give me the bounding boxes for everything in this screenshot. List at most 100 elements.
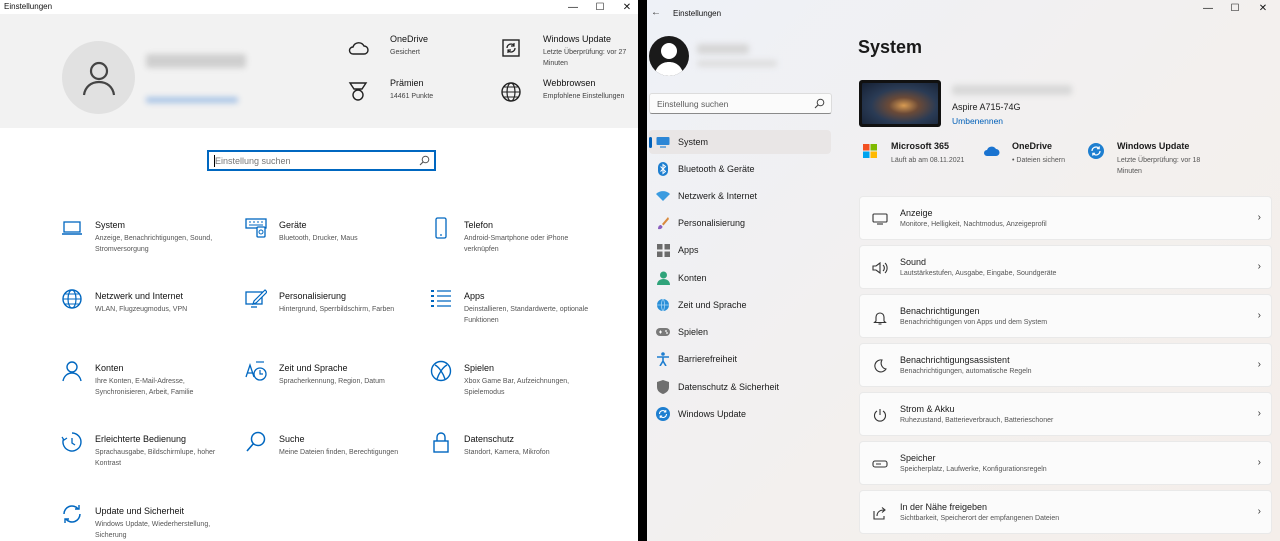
win10-settings-window: Einstellungen — ☐ ✕ OneDrive Gesichert W… xyxy=(0,0,638,541)
status-microsoft-365[interactable]: Microsoft 365 Läuft ab am 08.11.2021 xyxy=(861,141,976,181)
window-title: Einstellungen xyxy=(673,9,722,18)
nav-label: Netzwerk & Internet xyxy=(678,191,758,201)
tile-time-language[interactable]: Zeit und Sprache Spracherkennung, Region… xyxy=(245,360,415,420)
person-icon xyxy=(656,271,670,285)
search-icon[interactable] xyxy=(419,155,430,166)
tile-system[interactable]: System Anzeige, Benachrichtigungen, Soun… xyxy=(61,217,231,277)
windows-update-icon xyxy=(1088,143,1104,159)
nav-item-time-language[interactable]: Zeit und Sprache xyxy=(649,293,831,317)
status-title: Windows Update xyxy=(1117,141,1190,151)
tile-network[interactable]: Netzwerk und Internet WLAN, Flugzeugmodu… xyxy=(61,288,231,348)
tile-personalization[interactable]: Personalisierung Hintergrund, Sperrbilds… xyxy=(245,288,415,348)
minimize-button[interactable]: — xyxy=(560,0,586,14)
tile-ease-of-access[interactable]: Erleichterte Bedienung Sprachausgabe, Bi… xyxy=(61,431,231,491)
header-item-web-browsing[interactable]: Webbrowsen Empfohlene Einstellungen xyxy=(499,78,634,118)
card-notifications[interactable]: Benachrichtigungen Benachrichtigungen vo… xyxy=(859,294,1272,338)
tile-subtitle: Meine Dateien finden, Berechtigungen xyxy=(279,449,399,456)
nav-item-bluetooth-devices[interactable]: Bluetooth & Geräte xyxy=(649,157,831,181)
share-icon xyxy=(873,507,886,520)
tile-search[interactable]: Suche Meine Dateien finden, Berechtigung… xyxy=(245,431,415,491)
brush-icon xyxy=(658,217,669,230)
status-windows-update[interactable]: Windows Update Letzte Überprüfung: vor 1… xyxy=(1087,141,1237,181)
card-title: Benachrichtigungen xyxy=(900,306,980,316)
nav-label: Zeit und Sprache xyxy=(678,300,747,310)
card-power-battery[interactable]: Strom & Akku Ruhezustand, Batterieverbra… xyxy=(859,392,1272,436)
tile-apps[interactable]: Apps Deinstallieren, Standardwerte, opti… xyxy=(430,288,600,348)
tile-accounts[interactable]: Konten Ihre Konten, E-Mail-Adresse, Sync… xyxy=(61,360,231,420)
tile-privacy[interactable]: Datenschutz Standort, Kamera, Mikrofon xyxy=(430,431,600,491)
nav-item-personalization[interactable]: Personalisierung xyxy=(649,211,831,235)
tile-title: Telefon xyxy=(464,220,494,230)
tile-gaming[interactable]: Spielen Xbox Game Bar, Aufzeichnungen, S… xyxy=(430,360,600,420)
bell-icon xyxy=(873,311,887,325)
tile-subtitle: Standort, Kamera, Mikrofon xyxy=(464,449,550,456)
active-indicator xyxy=(649,137,652,148)
user-icon xyxy=(654,43,684,76)
search-icon[interactable] xyxy=(814,98,825,109)
window-title: Einstellungen xyxy=(4,2,53,11)
maximize-button[interactable]: ☐ xyxy=(1222,0,1248,16)
globe-icon xyxy=(62,289,82,309)
card-sound[interactable]: Sound Lautstärkestufen, Ausgabe, Eingabe… xyxy=(859,245,1272,289)
nav-item-network[interactable]: Netzwerk & Internet xyxy=(649,184,831,208)
phone-icon xyxy=(435,217,447,239)
status-onedrive[interactable]: OneDrive • Dateien sichern xyxy=(982,141,1092,181)
avatar[interactable] xyxy=(649,36,689,76)
header-item-rewards[interactable]: Prämien 14461 Punkte xyxy=(346,78,476,118)
nav-item-accessibility[interactable]: Barrierefreiheit xyxy=(649,347,831,371)
tile-subtitle: WLAN, Flugzeugmodus, VPN xyxy=(95,306,188,313)
card-focus-assist[interactable]: Benachrichtigungsassistent Benachrichtig… xyxy=(859,343,1272,387)
tile-devices[interactable]: Geräte Bluetooth, Drucker, Maus xyxy=(245,217,415,277)
chevron-right-icon: › xyxy=(1257,457,1261,468)
display-icon xyxy=(872,213,888,225)
card-title: Benachrichtigungsassistent xyxy=(900,355,1010,365)
header-item-subtitle: Gesichert xyxy=(390,49,420,56)
user-email-redacted xyxy=(697,60,777,67)
tile-title: System xyxy=(95,220,126,230)
lock-icon xyxy=(433,432,449,453)
nav-item-system[interactable]: System xyxy=(649,130,831,154)
status-title: Microsoft 365 xyxy=(891,141,950,151)
minimize-button[interactable]: — xyxy=(1195,0,1221,16)
nav-label: Windows Update xyxy=(678,409,747,419)
tile-subtitle: Bluetooth, Drucker, Maus xyxy=(279,235,358,242)
tile-phone[interactable]: Telefon Android-Smartphone oder iPhone v… xyxy=(430,217,600,277)
header-item-windows-update[interactable]: Windows Update Letzte Überprüfung: vor 2… xyxy=(499,34,634,74)
tile-subtitle: Android-Smartphone oder iPhone verknüpfe… xyxy=(464,235,569,253)
tile-update-security[interactable]: Update und Sicherheit Windows Update, Wi… xyxy=(61,503,231,541)
search-input[interactable]: Einstellung suchen xyxy=(649,93,832,114)
nav-label: Datenschutz & Sicherheit xyxy=(678,382,780,392)
avatar[interactable] xyxy=(62,41,135,114)
apps-icon xyxy=(656,243,670,257)
search-placeholder: Einstellung suchen xyxy=(657,99,729,109)
tile-title: Konten xyxy=(95,363,124,373)
nav-item-windows-update[interactable]: Windows Update xyxy=(649,402,831,426)
back-arrow-icon[interactable]: ← xyxy=(651,7,661,18)
device-model: Aspire A715-74G xyxy=(952,102,1021,112)
close-button[interactable]: ✕ xyxy=(1250,0,1276,16)
card-storage[interactable]: Speicher Speicherplatz, Laufwerke, Konfi… xyxy=(859,441,1272,485)
nav-item-gaming[interactable]: Spielen xyxy=(649,320,831,344)
sync-icon xyxy=(63,505,81,523)
card-subtitle: Ruhezustand, Batterieverbrauch, Batterie… xyxy=(900,417,1054,424)
person-icon xyxy=(62,361,82,382)
nav-item-apps[interactable]: Apps xyxy=(649,238,831,262)
nav-item-privacy-security[interactable]: Datenschutz & Sicherheit xyxy=(649,375,831,399)
header-item-onedrive[interactable]: OneDrive Gesichert xyxy=(346,34,476,74)
user-name-redacted xyxy=(697,44,749,54)
medal-icon xyxy=(348,82,368,101)
tile-subtitle: Xbox Game Bar, Aufzeichnungen, Spielemod… xyxy=(464,378,570,396)
win10-title-bar: Einstellungen — ☐ ✕ xyxy=(0,0,638,14)
chevron-right-icon: › xyxy=(1257,310,1261,321)
close-button[interactable]: ✕ xyxy=(614,0,638,14)
tile-subtitle: Sprachausgabe, Bildschirmlupe, hoher Kon… xyxy=(95,449,216,467)
card-display[interactable]: Anzeige Monitore, Helligkeit, Nachtmodus… xyxy=(859,196,1272,240)
maximize-button[interactable]: ☐ xyxy=(587,0,613,14)
search-input[interactable]: Einstellung suchen xyxy=(207,150,436,171)
nav-item-accounts[interactable]: Konten xyxy=(649,266,831,290)
windows-update-icon xyxy=(502,39,520,57)
win11-title-bar: ← Einstellungen — ☐ ✕ xyxy=(647,0,1280,28)
device-thumbnail xyxy=(859,80,941,127)
card-nearby-sharing[interactable]: In der Nähe freigeben Sichtbarkeit, Spei… xyxy=(859,490,1272,534)
rename-link[interactable]: Umbenennen xyxy=(952,116,1003,126)
